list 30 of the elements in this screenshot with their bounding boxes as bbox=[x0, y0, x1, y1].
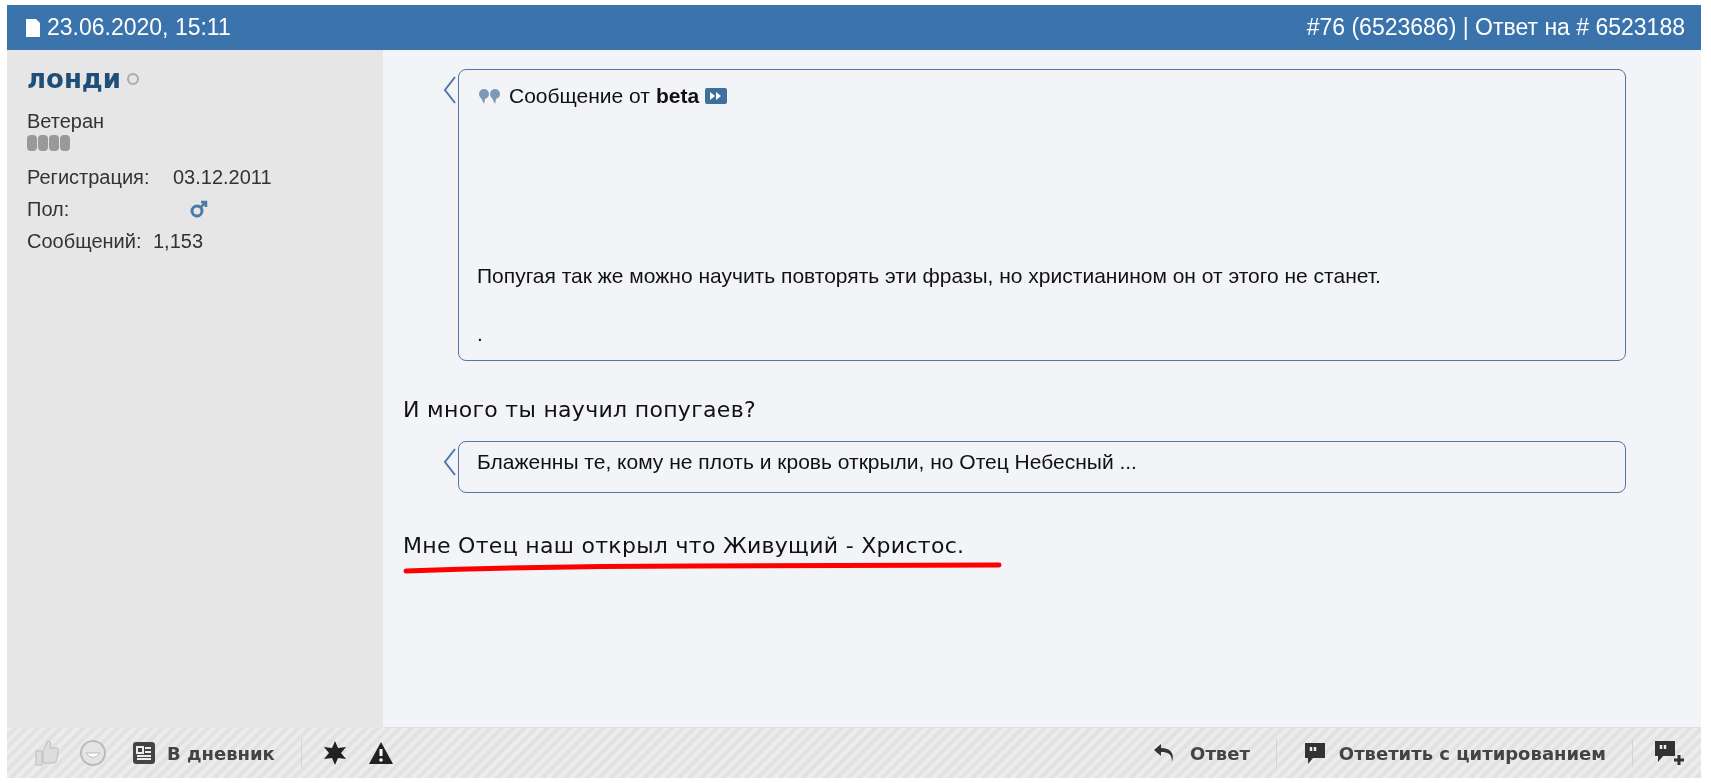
quote-reply-button[interactable]: Ответить с цитированием bbox=[1296, 737, 1612, 769]
male-symbol-icon bbox=[189, 199, 209, 219]
quote-marks-icon bbox=[477, 87, 503, 105]
post-number-link[interactable]: #76 (6523686) | Ответ на # 6523188 bbox=[1306, 14, 1685, 41]
detail-value: 1,153 bbox=[153, 229, 204, 253]
detail-label: Сообщений: bbox=[27, 229, 143, 253]
star-badge-icon[interactable] bbox=[321, 740, 348, 766]
post-date: 23.06.2020, 15:11 bbox=[47, 14, 231, 41]
newspaper-icon bbox=[133, 742, 155, 764]
username-link[interactable]: лонди bbox=[27, 64, 122, 94]
reply-button[interactable]: Ответ bbox=[1146, 737, 1256, 769]
quote-author: beta bbox=[655, 84, 700, 108]
message-text: И много ты научил попугаев? bbox=[403, 397, 756, 422]
diary-button[interactable]: В дневник bbox=[127, 738, 281, 768]
detail-label: Пол: bbox=[27, 197, 71, 221]
thumbs-up-icon[interactable] bbox=[33, 739, 59, 767]
quote-text: Блаженны те, кому не плоть и кровь открыли, но Отец Небесный ... bbox=[477, 450, 1138, 474]
message-text: Мне Отец наш открыл что Живущий - Христос. bbox=[403, 533, 965, 558]
detail-value: 03.12.2011 bbox=[173, 165, 272, 189]
document-icon bbox=[25, 17, 41, 38]
speech-bubble-plus-icon[interactable] bbox=[1653, 739, 1685, 767]
detail-label: Регистрация: bbox=[27, 165, 151, 189]
user-rank: Ветеран bbox=[27, 110, 106, 133]
quote-text: . bbox=[477, 322, 484, 346]
warning-icon[interactable] bbox=[367, 741, 394, 765]
view-post-icon[interactable] bbox=[705, 88, 728, 104]
quote-attribution: Сообщение от bbox=[509, 84, 650, 108]
quote-text: Попугая так же можно научить повторять эти фразы, но христианином он от этого не станет. bbox=[477, 264, 1382, 288]
speech-bubble-icon bbox=[1302, 741, 1327, 765]
reputation-pips bbox=[27, 135, 70, 151]
